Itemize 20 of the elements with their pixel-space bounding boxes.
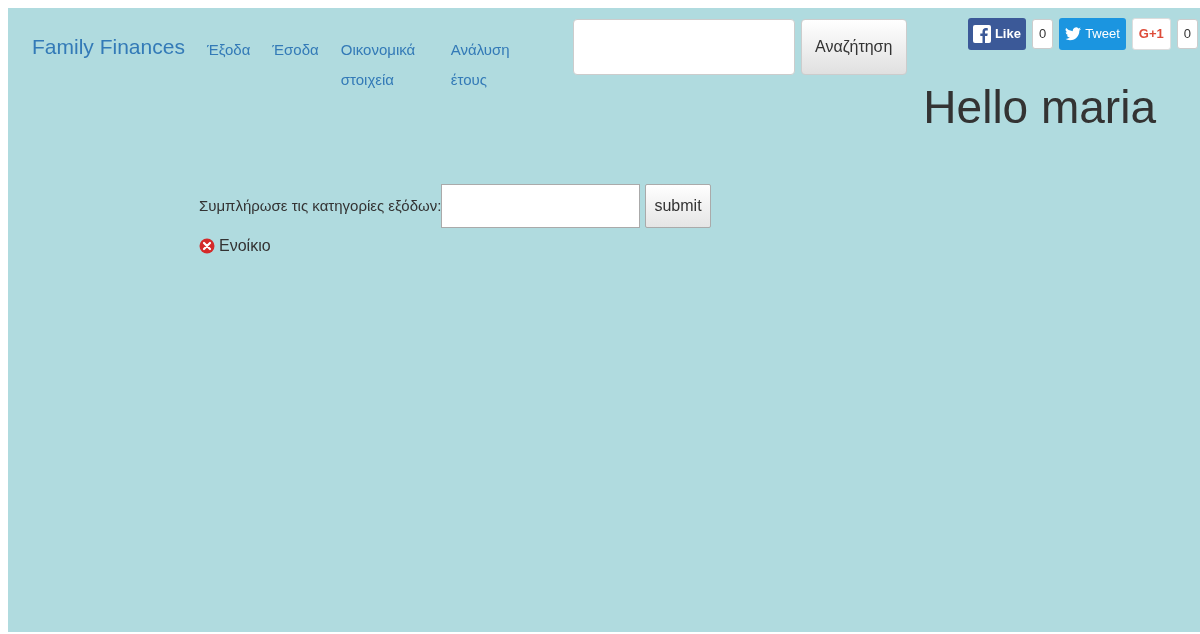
search-field[interactable]: [572, 19, 795, 75]
category-label: Συμπλήρωσε τις κατηγορίες εξόδων:: [199, 195, 442, 216]
nav-link[interactable]: Οικονομικά στοιχεία: [340, 35, 429, 95]
category-field[interactable]: [441, 184, 641, 228]
bird-icon: [1065, 27, 1082, 41]
share-count: 0: [1176, 19, 1198, 49]
plus-one-button[interactable]: G+1: [1131, 18, 1171, 50]
share-count: 0: [1031, 19, 1054, 49]
greeting-heading: Hello maria: [923, 80, 1156, 134]
nav-link[interactable]: Έξοδα: [206, 35, 251, 65]
facebook-icon: [972, 25, 991, 43]
tweet-button[interactable]: Tweet: [1059, 18, 1126, 50]
category-item: Ενοίκιο: [219, 236, 271, 256]
delete-icon[interactable]: [199, 238, 215, 254]
like-button[interactable]: Like: [967, 18, 1026, 50]
brand-link[interactable]: Family Finances: [32, 32, 185, 62]
nav-link[interactable]: Έσοδα: [272, 35, 319, 65]
search-button[interactable]: Αναζήτηση: [800, 19, 907, 75]
submit-button[interactable]: submit: [645, 184, 711, 228]
nav-link[interactable]: Ανάλυση έτους: [450, 35, 539, 95]
